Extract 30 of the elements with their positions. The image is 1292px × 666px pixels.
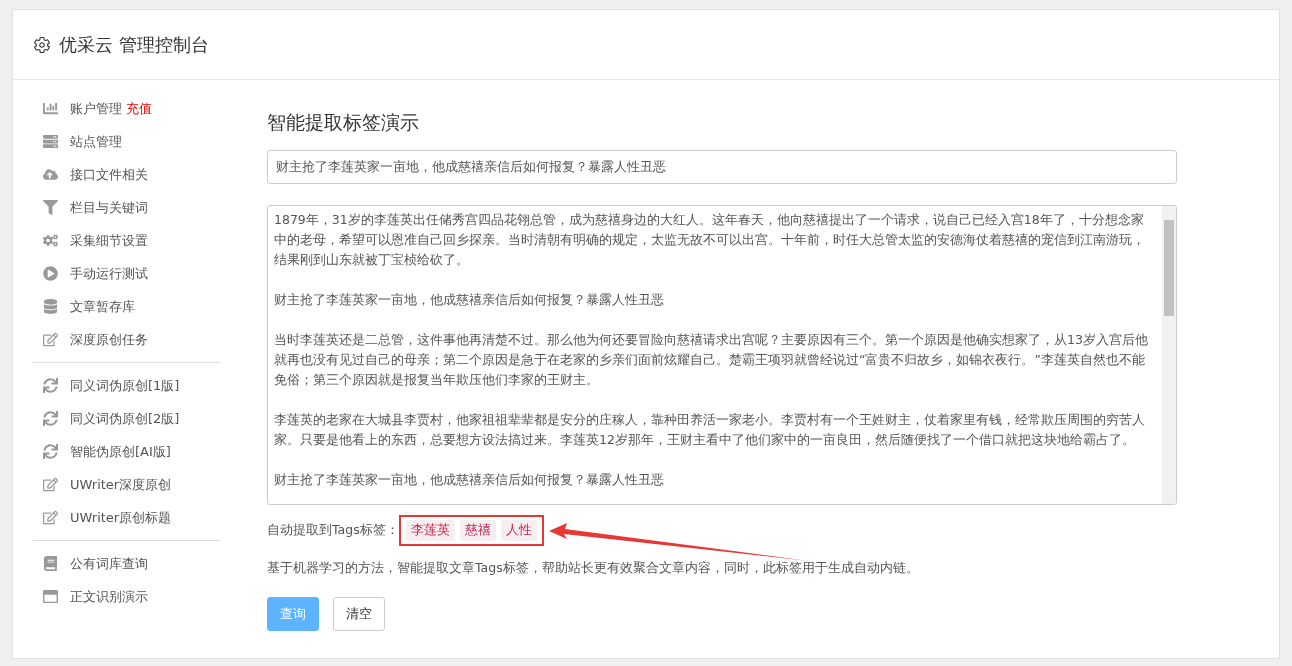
- sidebar-item[interactable]: 同义词伪原创[2版]: [33, 402, 243, 435]
- sidebar-item[interactable]: 手动运行测试: [33, 257, 243, 290]
- sidebar-item[interactable]: 栏目与关键词: [33, 191, 243, 224]
- sidebar-item[interactable]: 采集细节设置: [33, 224, 243, 257]
- clear-button[interactable]: 清空: [333, 597, 385, 631]
- sidebar-item[interactable]: 站点管理: [33, 125, 243, 158]
- sidebar-item[interactable]: UWriter原创标题: [33, 501, 243, 534]
- content-paragraph: 李莲英的老家在大城县李贾村，他家祖祖辈辈都是安分的庄稼人，靠种田养活一家老小。李贾村有一个王姓财主，仗着家里有钱，经常欺压周围的穷苦人家。只要是他看上的东西，总要想方设法搞过来。李莲英12岁那年，王财主看中了他们家中的一亩良田，然后随便找了一个借口就把这块地给霸占了。: [274, 411, 1146, 449]
- sidebar-item[interactable]: 智能伪原创[AI版]: [33, 435, 243, 468]
- tag: 人性: [500, 520, 537, 541]
- tags-label: 自动提取到Tags标签：: [267, 522, 399, 539]
- sidebar-item[interactable]: 深度原创任务: [33, 323, 243, 356]
- sidebar-item[interactable]: 正文识别演示: [33, 580, 243, 613]
- title-input-field[interactable]: 财主抢了李莲英家一亩地，他成慈禧亲信后如何报复？暴露人性丑恶: [267, 150, 1177, 184]
- sidebar-item[interactable]: UWriter深度原创: [33, 468, 243, 501]
- content-paragraph: 财主抢了李莲英家一亩地，他成慈禧亲信后如何报复？暴露人性丑恶: [274, 291, 665, 309]
- sidebar-item[interactable]: 文章暂存库: [33, 290, 243, 323]
- sidebar-item[interactable]: 公有词库查询: [33, 547, 243, 580]
- description-text: 基于机器学习的方法，智能提取文章Tags标签，帮助站长更有效聚合文章内容，同时，此标签用于生成自动内链。: [267, 560, 920, 577]
- content-paragraph: 当时李莲英还是二总管，这件事他再清楚不过。那么他为何还要冒险向慈禧请求出宫呢？主要原因有三个。第一个原因是他确实想家了，从13岁入宫后他就再也没有见过自己的母亲；第二个原因是急于在老家的乡亲们面前炫耀自己。楚霸王项羽就曾经说过“富贵不归故乡，如锦衣夜行。”李莲英自然也不能免俗；第三个原因就是报复当年欺压他们李家的王财主。: [274, 331, 1149, 389]
- content-paragraph: 财主抢了李莲英家一亩地，他成慈禧亲信后如何报复？暴露人性丑恶: [274, 471, 665, 489]
- recharge-link[interactable]: 充值: [126, 99, 152, 118]
- sidebar-item[interactable]: 账户管理 充值: [33, 92, 243, 125]
- sidebar-item[interactable]: 同义词伪原创[1版]: [33, 369, 243, 402]
- tag: 慈禧: [459, 520, 496, 541]
- section-title: 智能提取标签演示: [267, 110, 420, 135]
- tag: 李莲英: [405, 520, 455, 541]
- sidebar-item[interactable]: 接口文件相关: [33, 158, 243, 191]
- content-paragraph: 1879年，31岁的李莲英出任储秀宫四品花翎总管，成为慈禧身边的大红人。这年春天，他向慈禧提出了一个请求，说自己已经入宫18年了，十分想念家中的老母，希望可以恩准自己回乡探亲。当时清朝有明确的规定，太监无故不可以出宫。十年前，时任大总管太监的安德海仗着慈禧的宠信到江南游玩，结果刚到山东就被丁宝桢给砍了。: [274, 211, 1146, 269]
- header-title: 优采云 管理控制台: [59, 32, 209, 57]
